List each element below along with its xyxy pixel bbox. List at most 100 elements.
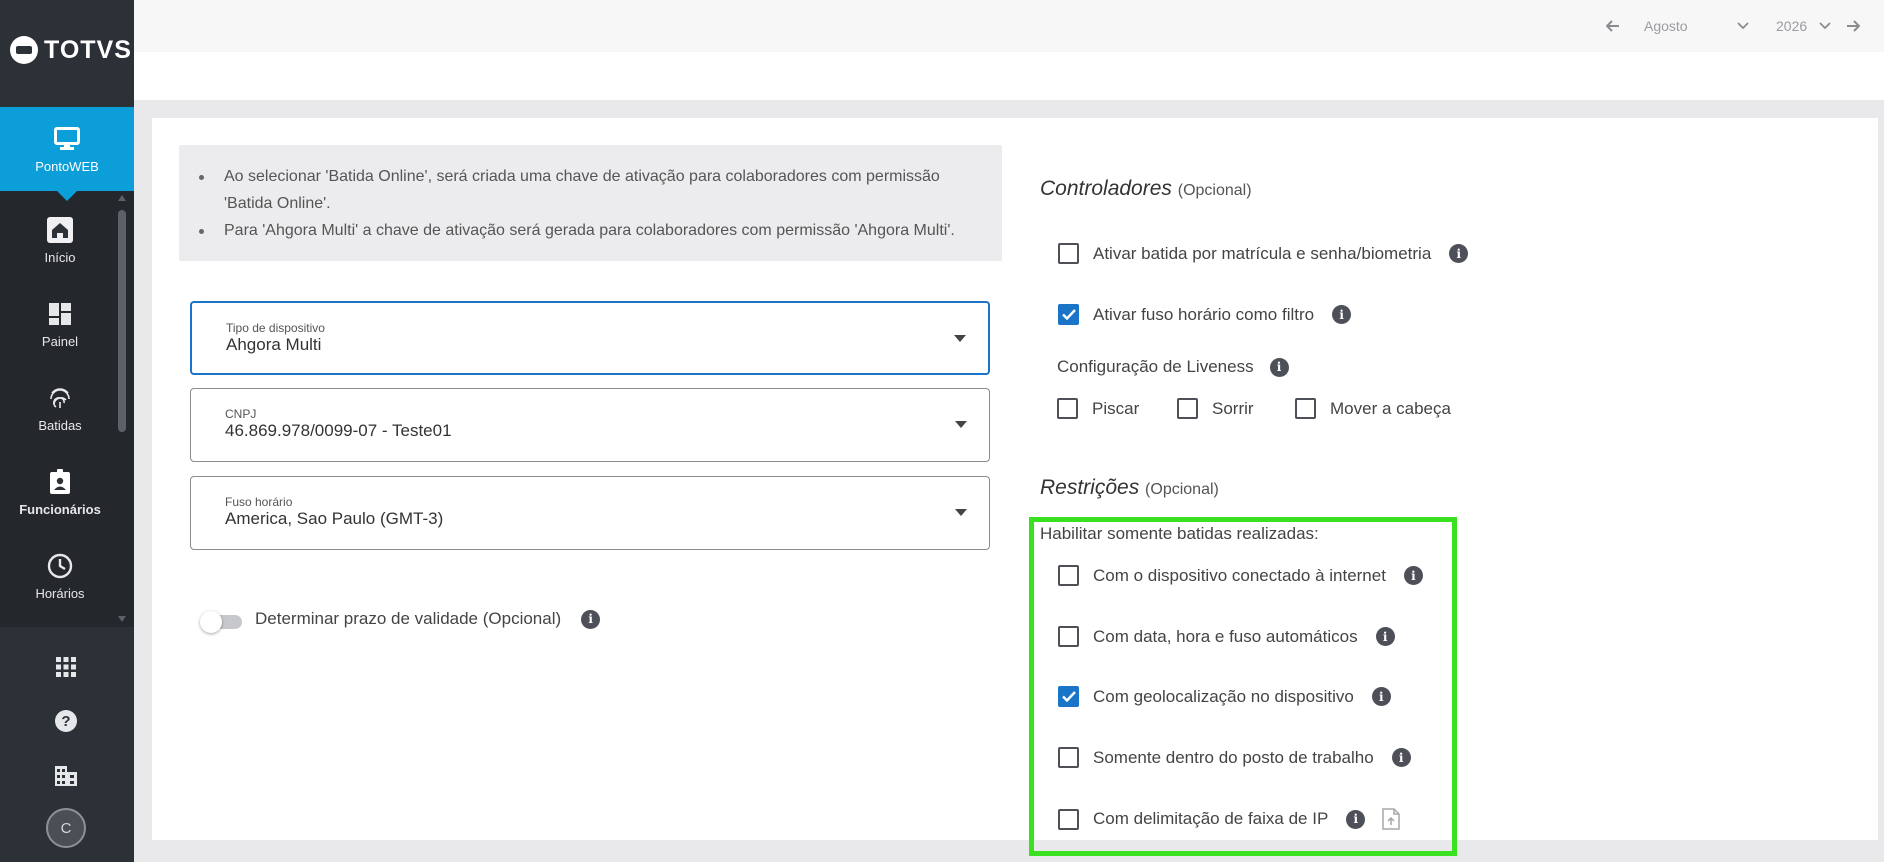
checkbox[interactable] [1058, 808, 1079, 830]
month-select[interactable]: Agosto [1644, 18, 1734, 34]
timezone-select[interactable]: Fuso horário America, Sao Paulo (GMT-3) [190, 476, 990, 550]
avatar-initial: C [60, 819, 72, 837]
restriction-option-ip-range[interactable]: Com delimitação de faixa de IP i [1058, 808, 1401, 830]
logo-text: TOTVS [44, 35, 132, 64]
sidebar-item-label: Horários [35, 585, 85, 601]
checkbox-label: Com delimitação de faixa de IP [1093, 809, 1329, 828]
help-icon[interactable]: ? [52, 707, 80, 735]
sidebar-item-batidas[interactable]: Batidas [0, 366, 120, 450]
timezone-label: Fuso horário [225, 495, 293, 509]
liveness-option-sorrir[interactable]: Sorrir [1177, 398, 1254, 419]
checkbox[interactable] [1058, 243, 1079, 264]
checkbox[interactable] [1058, 565, 1079, 586]
home-icon [46, 216, 74, 244]
liveness-option-piscar[interactable]: Piscar [1057, 398, 1139, 419]
checkbox[interactable] [1058, 626, 1079, 647]
restriction-option-auto-datetime[interactable]: Com data, hora e fuso automáticos i [1058, 626, 1395, 647]
controllers-optional: (Opcional) [1177, 182, 1252, 199]
checkbox-label: Sorrir [1212, 398, 1254, 418]
checkbox[interactable] [1057, 398, 1078, 419]
sidebar-item-label: Início [44, 249, 76, 265]
avatar[interactable]: C [46, 808, 86, 848]
checkbox[interactable] [1058, 747, 1079, 768]
validity-toggle[interactable] [200, 611, 242, 633]
toggle-knob [200, 611, 222, 633]
controller-option-matricula[interactable]: Ativar batida por matrícula e senha/biom… [1058, 243, 1469, 264]
device-type-label: Tipo de dispositivo [226, 321, 325, 335]
info-icon[interactable]: i [1332, 305, 1352, 324]
checkbox[interactable] [1295, 398, 1316, 419]
info-icon[interactable]: i [1403, 566, 1423, 585]
liveness-config: Configuração de Liveness i [1057, 357, 1289, 377]
restriction-option-geolocation[interactable]: Com geolocalização no dispositivo i [1058, 686, 1391, 707]
device-type-value: Ahgora Multi [226, 335, 322, 354]
year-select[interactable]: 2026 [1776, 18, 1816, 34]
checkbox-label: Com o dispositivo conectado à internet [1093, 565, 1386, 585]
info-icon[interactable]: i [1449, 244, 1469, 263]
sidebar-item-funcionarios[interactable]: Funcionários [0, 450, 120, 534]
checkbox-label: Ativar batida por matrícula e senha/biom… [1093, 243, 1432, 263]
liveness-label: Configuração de Liveness [1057, 357, 1254, 376]
scroll-up-arrow[interactable] [118, 195, 126, 201]
checkbox-label: Ativar fuso horário como filtro [1093, 304, 1315, 324]
apps-grid-icon[interactable] [52, 653, 80, 681]
next-arrow-icon[interactable] [1844, 17, 1862, 35]
restriction-option-internet[interactable]: Com o dispositivo conectado à internet i [1058, 565, 1423, 586]
sidebar-item-pontoweb[interactable]: PontoWEB [0, 107, 134, 201]
checkbox-label: Somente dentro do posto de trabalho [1093, 747, 1374, 767]
restrictions-subtitle: Habilitar somente batidas realizadas: [1040, 524, 1319, 543]
building-icon[interactable] [52, 761, 80, 789]
sidebar-scrollbar[interactable] [118, 210, 126, 432]
svg-text:?: ? [61, 713, 70, 730]
info-icon[interactable]: i [1269, 357, 1289, 377]
file-upload-icon[interactable] [1381, 808, 1401, 830]
restrictions-title: Restrições (Opcional) [1040, 476, 1219, 500]
info-icon[interactable]: i [581, 609, 601, 629]
sidebar-item-horarios[interactable]: Horários [0, 534, 120, 618]
info-line: Para 'Ahgora Multi' a chave de ativação … [199, 217, 982, 244]
controllers-title: Controladores (Opcional) [1040, 177, 1252, 201]
controller-option-timezone-filter[interactable]: Ativar fuso horário como filtro i [1058, 304, 1352, 325]
restriction-option-workplace[interactable]: Somente dentro do posto de trabalho i [1058, 747, 1411, 768]
controllers-title-text: Controladores [1040, 177, 1172, 200]
checkbox-label: Mover a cabeça [1330, 398, 1451, 418]
caret-down-icon [954, 335, 966, 342]
checkbox-label: Piscar [1092, 398, 1140, 418]
month-chevron-down-icon[interactable] [1734, 17, 1752, 35]
caret-down-icon [955, 421, 967, 428]
sidebar: TOTVS PontoWEB Início Painel Batidas Fun… [0, 0, 134, 862]
restrictions-title-text: Restrições [1040, 476, 1140, 499]
sidebar-item-inicio[interactable]: Início [0, 198, 120, 282]
badge-icon [46, 468, 74, 496]
monitor-icon [53, 125, 81, 153]
scroll-down-arrow[interactable] [118, 616, 126, 622]
checkbox[interactable] [1177, 398, 1198, 419]
info-line: Ao selecionar 'Batida Online', será cria… [199, 163, 982, 217]
dashboard-icon [46, 300, 74, 328]
restrictions-optional: (Opcional) [1145, 481, 1219, 498]
sidebar-item-painel[interactable]: Painel [0, 282, 120, 366]
totvs-logo[interactable]: TOTVS [10, 33, 132, 67]
page-header [134, 52, 1884, 100]
totvs-logo-mark [10, 36, 38, 64]
liveness-option-mover-cabeca[interactable]: Mover a cabeça [1295, 398, 1451, 419]
info-icon[interactable]: i [1391, 748, 1411, 767]
info-icon[interactable]: i [1371, 687, 1391, 706]
timezone-value: America, Sao Paulo (GMT-3) [225, 509, 444, 528]
cnpj-value: 46.869.978/0099-07 - Teste01 [225, 421, 452, 440]
sidebar-item-label: Batidas [38, 417, 82, 433]
checkbox-checked[interactable] [1058, 686, 1079, 707]
previous-arrow-icon[interactable] [1604, 17, 1622, 35]
sidebar-item-label: Painel [41, 333, 79, 349]
device-type-select[interactable]: Tipo de dispositivo Ahgora Multi [190, 301, 990, 375]
top-bar: Agosto 2026 [134, 0, 1884, 52]
year-chevron-down-icon[interactable] [1816, 17, 1834, 35]
checkbox-checked[interactable] [1058, 304, 1079, 325]
info-icon[interactable]: i [1375, 627, 1395, 646]
checkbox-label: Com geolocalização no dispositivo [1093, 686, 1354, 706]
cnpj-select[interactable]: CNPJ 46.869.978/0099-07 - Teste01 [190, 388, 990, 462]
info-icon[interactable]: i [1346, 809, 1366, 829]
cnpj-label: CNPJ [225, 407, 257, 421]
checkbox-label: Com data, hora e fuso automáticos [1093, 626, 1358, 646]
sidebar-item-label: Funcionários [19, 501, 101, 517]
